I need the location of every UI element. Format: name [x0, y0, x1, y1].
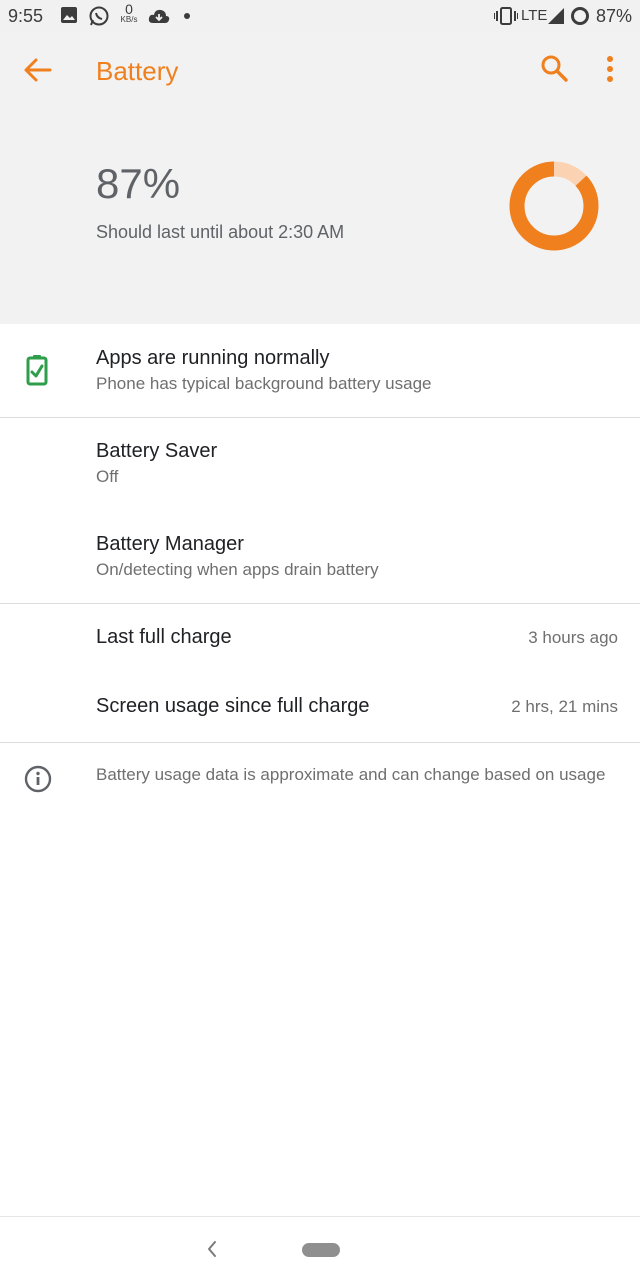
- battery-header: Battery 87% Should last until about 2:30…: [0, 32, 640, 324]
- battery-manager-status: On/detecting when apps drain battery: [96, 560, 379, 579]
- signal-icon: [548, 8, 564, 24]
- navigation-bar: [0, 1216, 640, 1281]
- status-bar: 9:55 0 KB/s LTE 87%: [0, 0, 640, 32]
- battery-saver-row[interactable]: Battery Saver Off: [0, 418, 640, 511]
- usage-info-text: Battery usage data is approximate and ca…: [96, 765, 606, 784]
- last-full-charge-value: 3 hours ago: [528, 628, 618, 647]
- last-full-charge-row[interactable]: Last full charge 3 hours ago: [0, 604, 640, 673]
- screen-usage-title: Screen usage since full charge: [96, 695, 370, 717]
- dot-icon: [184, 13, 190, 19]
- battery-check-icon: [26, 355, 48, 386]
- whatsapp-icon: [89, 6, 109, 26]
- more-options-icon[interactable]: [600, 54, 620, 84]
- battery-saver-title: Battery Saver: [96, 440, 218, 462]
- page-title: Battery: [96, 56, 179, 86]
- search-icon[interactable]: [540, 54, 568, 84]
- screen-usage-row[interactable]: Screen usage since full charge 2 hrs, 21…: [0, 673, 640, 742]
- last-full-charge-title: Last full charge: [96, 626, 232, 648]
- back-arrow-icon[interactable]: [22, 56, 54, 84]
- nav-home-pill[interactable]: [302, 1243, 340, 1257]
- battery-manager-row[interactable]: Battery Manager On/detecting when apps d…: [0, 511, 640, 603]
- apps-status-title: Apps are running normally: [96, 347, 330, 369]
- battery-saver-status: Off: [96, 467, 119, 486]
- battery-percent: 87%: [96, 160, 181, 207]
- apps-status-subtitle: Phone has typical background battery usa…: [96, 374, 432, 393]
- network-speed: 0 KB/s: [120, 1, 138, 24]
- info-icon: [24, 765, 52, 793]
- apps-status-row[interactable]: Apps are running normally Phone has typi…: [0, 324, 640, 417]
- screen-usage-value: 2 hrs, 21 mins: [511, 697, 618, 716]
- status-battery-percent: 87%: [596, 6, 633, 26]
- vibrate-icon: [494, 7, 518, 25]
- battery-estimate: Should last until about 2:30 AM: [96, 222, 345, 242]
- network-type: LTE: [521, 7, 548, 24]
- usage-info-row: Battery usage data is approximate and ca…: [0, 743, 640, 823]
- battery-manager-title: Battery Manager: [96, 533, 244, 555]
- battery-level-ring: [509, 161, 599, 251]
- nav-back-icon[interactable]: [204, 1239, 220, 1259]
- status-time: 9:55: [8, 6, 44, 26]
- cloud-download-icon: [148, 9, 170, 23]
- battery-saver-ring-icon: [571, 7, 589, 25]
- image-icon: [61, 7, 77, 23]
